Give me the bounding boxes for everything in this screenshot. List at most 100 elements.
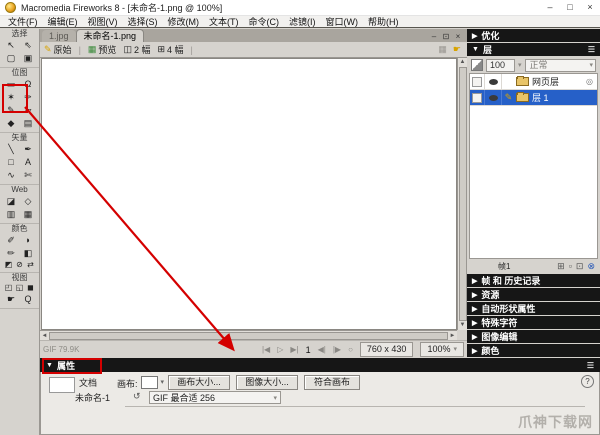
menu-window[interactable]: 窗口(W) bbox=[321, 15, 364, 28]
previous-frame-button[interactable]: ◀| bbox=[318, 345, 326, 354]
preview-view-button[interactable]: ▦ 预览 bbox=[88, 43, 117, 56]
line-tool-icon[interactable]: ╲ bbox=[3, 143, 20, 156]
canvas-size-button[interactable]: 画布大小... bbox=[168, 375, 230, 390]
doc-restore-button[interactable]: ⊡ bbox=[440, 32, 452, 41]
fullscreen-mode-icon[interactable]: ◼ bbox=[25, 283, 36, 293]
delete-layer-icon[interactable]: ⊗ bbox=[587, 261, 595, 272]
vertical-scroll-thumb[interactable] bbox=[459, 67, 467, 321]
canvas-color-swatch[interactable] bbox=[141, 376, 158, 389]
polygon-slice-tool-icon[interactable]: ◇ bbox=[20, 195, 37, 208]
marquee-tool-icon[interactable]: ▭ bbox=[3, 78, 20, 91]
blur-tool-icon[interactable]: ◆ bbox=[3, 117, 20, 130]
swap-colors-icon[interactable]: ⇄ bbox=[25, 260, 36, 270]
blend-mode-dropdown[interactable]: 正常 ▾ bbox=[525, 59, 596, 72]
hide-slices-tool-icon[interactable]: ▥ bbox=[3, 208, 20, 221]
layer-row-web-layer[interactable]: 网页层 ◎ bbox=[470, 74, 597, 90]
pen-tool-icon[interactable]: ✒ bbox=[20, 143, 37, 156]
play-button[interactable]: ▷ bbox=[277, 345, 283, 354]
brush-tool-icon[interactable]: ✑ bbox=[20, 91, 37, 104]
layer-visibility-toggle[interactable] bbox=[470, 90, 485, 105]
help-icon[interactable]: ? bbox=[581, 375, 594, 388]
scroll-left-icon[interactable]: ◄ bbox=[40, 333, 49, 339]
document-tab-1jpg[interactable]: 1.jpg bbox=[42, 30, 76, 42]
zoom-level-dropdown[interactable]: 100% ▾ bbox=[420, 342, 464, 357]
pointer-tool-icon[interactable]: ↖ bbox=[3, 39, 20, 52]
layer-name[interactable]: 层 1 bbox=[532, 91, 549, 104]
menu-edit[interactable]: 编辑(E) bbox=[43, 15, 83, 28]
menu-view[interactable]: 视图(V) bbox=[83, 15, 123, 28]
show-slices-tool-icon[interactable]: ▦ bbox=[20, 208, 37, 221]
colors-panel-header[interactable]: ▶ 颜色 bbox=[467, 344, 600, 357]
horizontal-scroll-thumb[interactable] bbox=[49, 332, 448, 340]
fit-canvas-button[interactable]: 符合画布 bbox=[304, 375, 360, 390]
maximize-button[interactable]: □ bbox=[560, 1, 580, 14]
autoshape-panel-header[interactable]: ▶ 自动形状属性 bbox=[467, 302, 600, 315]
last-frame-button[interactable]: ▶| bbox=[290, 345, 298, 354]
new-bitmap-icon[interactable]: ⊞ bbox=[557, 261, 565, 272]
layer-row-layer1[interactable]: ✎ 层 1 bbox=[470, 90, 597, 106]
layers-panel-header[interactable]: ▼ 层 ☰ bbox=[467, 43, 600, 56]
hand-tool-icon[interactable]: ☛ bbox=[3, 293, 20, 306]
knife-tool-icon[interactable]: ✄ bbox=[20, 169, 37, 182]
paint-bucket-tool-icon[interactable]: ◗ bbox=[20, 234, 37, 247]
new-sublayer-icon[interactable]: ▫ bbox=[569, 261, 572, 272]
original-view-button[interactable]: ✎ 原始 bbox=[44, 43, 72, 56]
menu-filters[interactable]: 滤镜(I) bbox=[284, 15, 321, 28]
close-button[interactable]: × bbox=[580, 1, 600, 14]
frames-history-panel-header[interactable]: ▶ 帧 和 历史记录 bbox=[467, 274, 600, 287]
frames-preview-icon[interactable]: ▦ bbox=[438, 44, 447, 55]
menu-commands[interactable]: 命令(C) bbox=[244, 15, 285, 28]
panel-menu-icon[interactable]: ☰ bbox=[587, 361, 594, 370]
first-frame-button[interactable]: |◀ bbox=[262, 345, 270, 354]
pencil-tool-icon[interactable]: ✎ bbox=[3, 104, 20, 117]
crop-tool-icon[interactable]: ▣ bbox=[20, 52, 37, 65]
fullscreen-menus-mode-icon[interactable]: ◱ bbox=[14, 283, 25, 293]
standard-screen-mode-icon[interactable]: ◰ bbox=[3, 283, 14, 293]
layer-visibility-toggle[interactable] bbox=[470, 74, 485, 89]
menu-help[interactable]: 帮助(H) bbox=[363, 15, 404, 28]
optimize-panel-header[interactable]: ▶ 优化 bbox=[467, 29, 600, 42]
next-frame-button[interactable]: |▶ bbox=[333, 345, 341, 354]
assets-panel-header[interactable]: ▶ 资源 bbox=[467, 288, 600, 301]
menu-modify[interactable]: 修改(M) bbox=[163, 15, 205, 28]
vertical-scrollbar[interactable]: ▲ ▼ bbox=[457, 58, 467, 330]
rectangle-tool-icon[interactable]: □ bbox=[3, 156, 20, 169]
text-tool-icon[interactable]: A bbox=[20, 156, 37, 169]
panel-menu-icon[interactable]: ☰ bbox=[588, 45, 595, 54]
rubber-stamp-tool-icon[interactable]: ▤ bbox=[20, 117, 37, 130]
horizontal-scrollbar[interactable]: ◄ ► bbox=[40, 330, 457, 340]
eraser-tool-icon[interactable]: ▱ bbox=[20, 104, 37, 117]
no-stroke-fill-icon[interactable]: ⊘ bbox=[14, 260, 25, 270]
subselection-tool-icon[interactable]: ⇖ bbox=[20, 39, 37, 52]
freeform-tool-icon[interactable]: ∿ bbox=[3, 169, 20, 182]
lasso-tool-icon[interactable]: Ω bbox=[20, 78, 37, 91]
default-colors-icon[interactable]: ◩ bbox=[3, 260, 14, 270]
properties-panel-header[interactable]: ▼ 属性 ☰ bbox=[40, 358, 600, 372]
eyedropper-tool-icon[interactable]: ✐ bbox=[3, 234, 20, 247]
export-settings-dropdown[interactable]: GIF 最合适 256 ▾ bbox=[149, 391, 281, 404]
special-chars-panel-header[interactable]: ▶ 特殊字符 bbox=[467, 316, 600, 329]
opacity-input[interactable]: 100 bbox=[486, 59, 515, 72]
menu-select[interactable]: 选择(S) bbox=[123, 15, 163, 28]
image-size-button[interactable]: 图像大小... bbox=[236, 375, 298, 390]
export-area-tool-icon[interactable]: ▢ bbox=[3, 52, 20, 65]
four-up-view-button[interactable]: ⊞ 4 幅 bbox=[157, 43, 183, 56]
stop-button[interactable]: ○ bbox=[348, 345, 353, 354]
stroke-color-well-icon[interactable]: ✏ bbox=[3, 247, 20, 260]
magic-wand-tool-icon[interactable]: ✶ bbox=[3, 91, 20, 104]
slice-tool-icon[interactable]: ◪ bbox=[3, 195, 20, 208]
canvas[interactable] bbox=[41, 58, 457, 330]
new-layer-icon[interactable]: ⊡ bbox=[576, 261, 584, 272]
doc-close-button[interactable]: × bbox=[452, 32, 464, 41]
menu-file[interactable]: 文件(F) bbox=[3, 15, 43, 28]
fill-color-well-icon[interactable]: ◧ bbox=[20, 247, 37, 260]
menu-text[interactable]: 文本(T) bbox=[204, 15, 244, 28]
scroll-right-icon[interactable]: ► bbox=[448, 333, 457, 339]
two-up-view-button[interactable]: ◫ 2 幅 bbox=[123, 43, 150, 56]
zoom-tool-icon[interactable]: Q bbox=[20, 293, 37, 306]
document-tab-untitled[interactable]: 未命名-1.png bbox=[76, 29, 145, 42]
scroll-up-icon[interactable]: ▲ bbox=[460, 58, 466, 67]
quick-export-icon[interactable]: ☛ bbox=[453, 44, 461, 55]
rotate-canvas-icon[interactable]: ↺ bbox=[133, 391, 141, 402]
image-editing-panel-header[interactable]: ▶ 图像编辑 bbox=[467, 330, 600, 343]
